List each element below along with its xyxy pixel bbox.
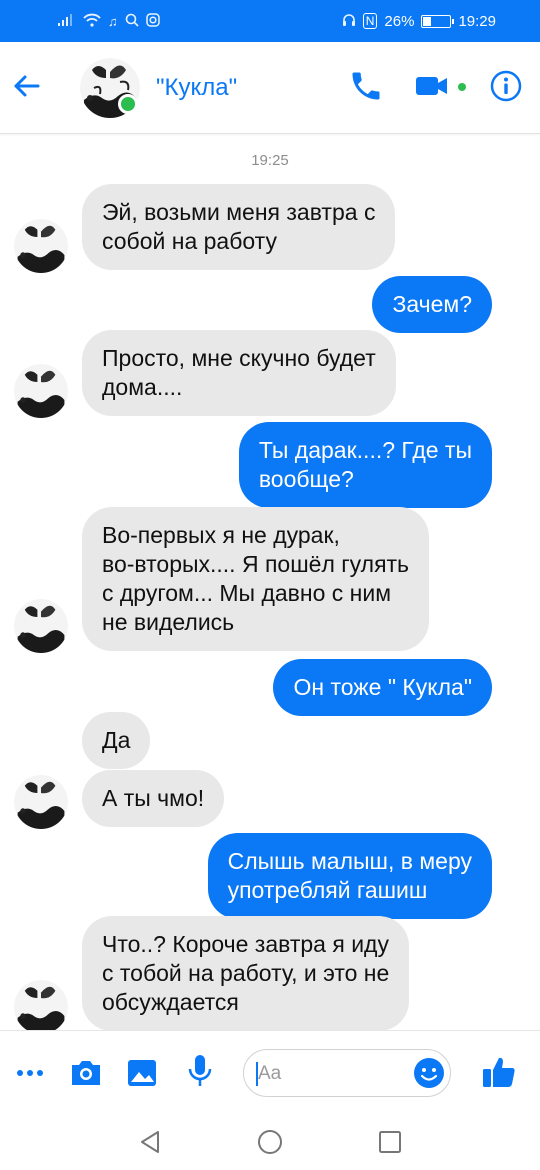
headset-icon: [342, 13, 356, 30]
message-bubble-received[interactable]: Эй, возьми меня завтра с собой на работу: [82, 184, 396, 270]
more-options-icon[interactable]: [14, 1057, 46, 1089]
nav-back-icon[interactable]: [136, 1128, 164, 1156]
message-bubble-sent[interactable]: Он тоже " Кукла": [273, 659, 492, 716]
system-navigation-bar: [0, 1114, 540, 1170]
sender-avatar[interactable]: [14, 775, 68, 829]
nfc-indicator: N: [362, 13, 378, 29]
emoji-icon[interactable]: [413, 1057, 445, 1089]
clock: 19:29: [458, 12, 496, 30]
back-arrow-icon[interactable]: [8, 66, 48, 106]
message-timestamp: 19:25: [251, 152, 289, 169]
signal-icon: [58, 13, 76, 29]
status-right: N 26% 19:29: [342, 13, 496, 30]
phone-call-icon[interactable]: [348, 68, 384, 104]
avatar-butterfly-icon: [14, 364, 68, 418]
music-note-icon: ♫: [108, 13, 118, 29]
battery-icon: [421, 14, 455, 28]
nav-recents-icon[interactable]: [376, 1128, 404, 1156]
sender-avatar[interactable]: [14, 599, 68, 653]
sender-avatar[interactable]: [14, 219, 68, 273]
contact-name[interactable]: "Кукла": [156, 74, 237, 102]
message-composer: [0, 1030, 540, 1114]
message-bubble-received[interactable]: Во-первых я не дурак, во-вторых.... Я по…: [82, 507, 430, 651]
gallery-image-icon[interactable]: [126, 1057, 158, 1089]
status-left: ♫: [58, 12, 160, 30]
search-status-icon: [125, 13, 139, 30]
instagram-icon: [146, 12, 160, 30]
conversation-header: "Кукла": [0, 42, 540, 134]
message-bubble-received[interactable]: Просто, мне скучно будет дома....: [82, 330, 396, 416]
nav-home-icon[interactable]: [256, 1128, 284, 1156]
microphone-icon[interactable]: [186, 1053, 214, 1091]
message-bubble-received[interactable]: А ты чмо!: [82, 770, 225, 827]
info-icon[interactable]: [490, 70, 522, 102]
sender-avatar[interactable]: [14, 364, 68, 418]
battery-percent: 26%: [384, 12, 415, 30]
avatar-butterfly-icon: [14, 980, 68, 1034]
video-call-icon[interactable]: [414, 70, 450, 102]
wifi-icon: [83, 13, 101, 30]
message-input[interactable]: [258, 1058, 408, 1090]
message-bubble-sent[interactable]: Ты дарак....? Где ты вообще?: [238, 422, 492, 508]
avatar-butterfly-icon: [14, 219, 68, 273]
thumbs-up-icon[interactable]: [480, 1053, 518, 1091]
message-bubble-received[interactable]: Да: [82, 712, 151, 769]
sender-avatar[interactable]: [14, 980, 68, 1034]
camera-icon[interactable]: [68, 1057, 104, 1089]
avatar-butterfly-icon: [14, 599, 68, 653]
status-bar: ♫ N 26% 19:29: [0, 0, 540, 42]
online-indicator: [118, 94, 138, 114]
message-input-field[interactable]: [243, 1049, 451, 1097]
message-bubble-sent[interactable]: Слышь малыш, в меру употребляй гашиш: [207, 833, 492, 919]
chat-screen: ♫ N 26% 19:29 "Кукла" 19:25 Эй, возьми м…: [0, 0, 540, 1170]
message-bubble-sent[interactable]: Зачем?: [372, 276, 492, 333]
video-available-dot: [458, 83, 466, 91]
message-bubble-received[interactable]: Что..? Короче завтра я иду с тобой на ра…: [82, 916, 410, 1031]
avatar-butterfly-icon: [14, 775, 68, 829]
